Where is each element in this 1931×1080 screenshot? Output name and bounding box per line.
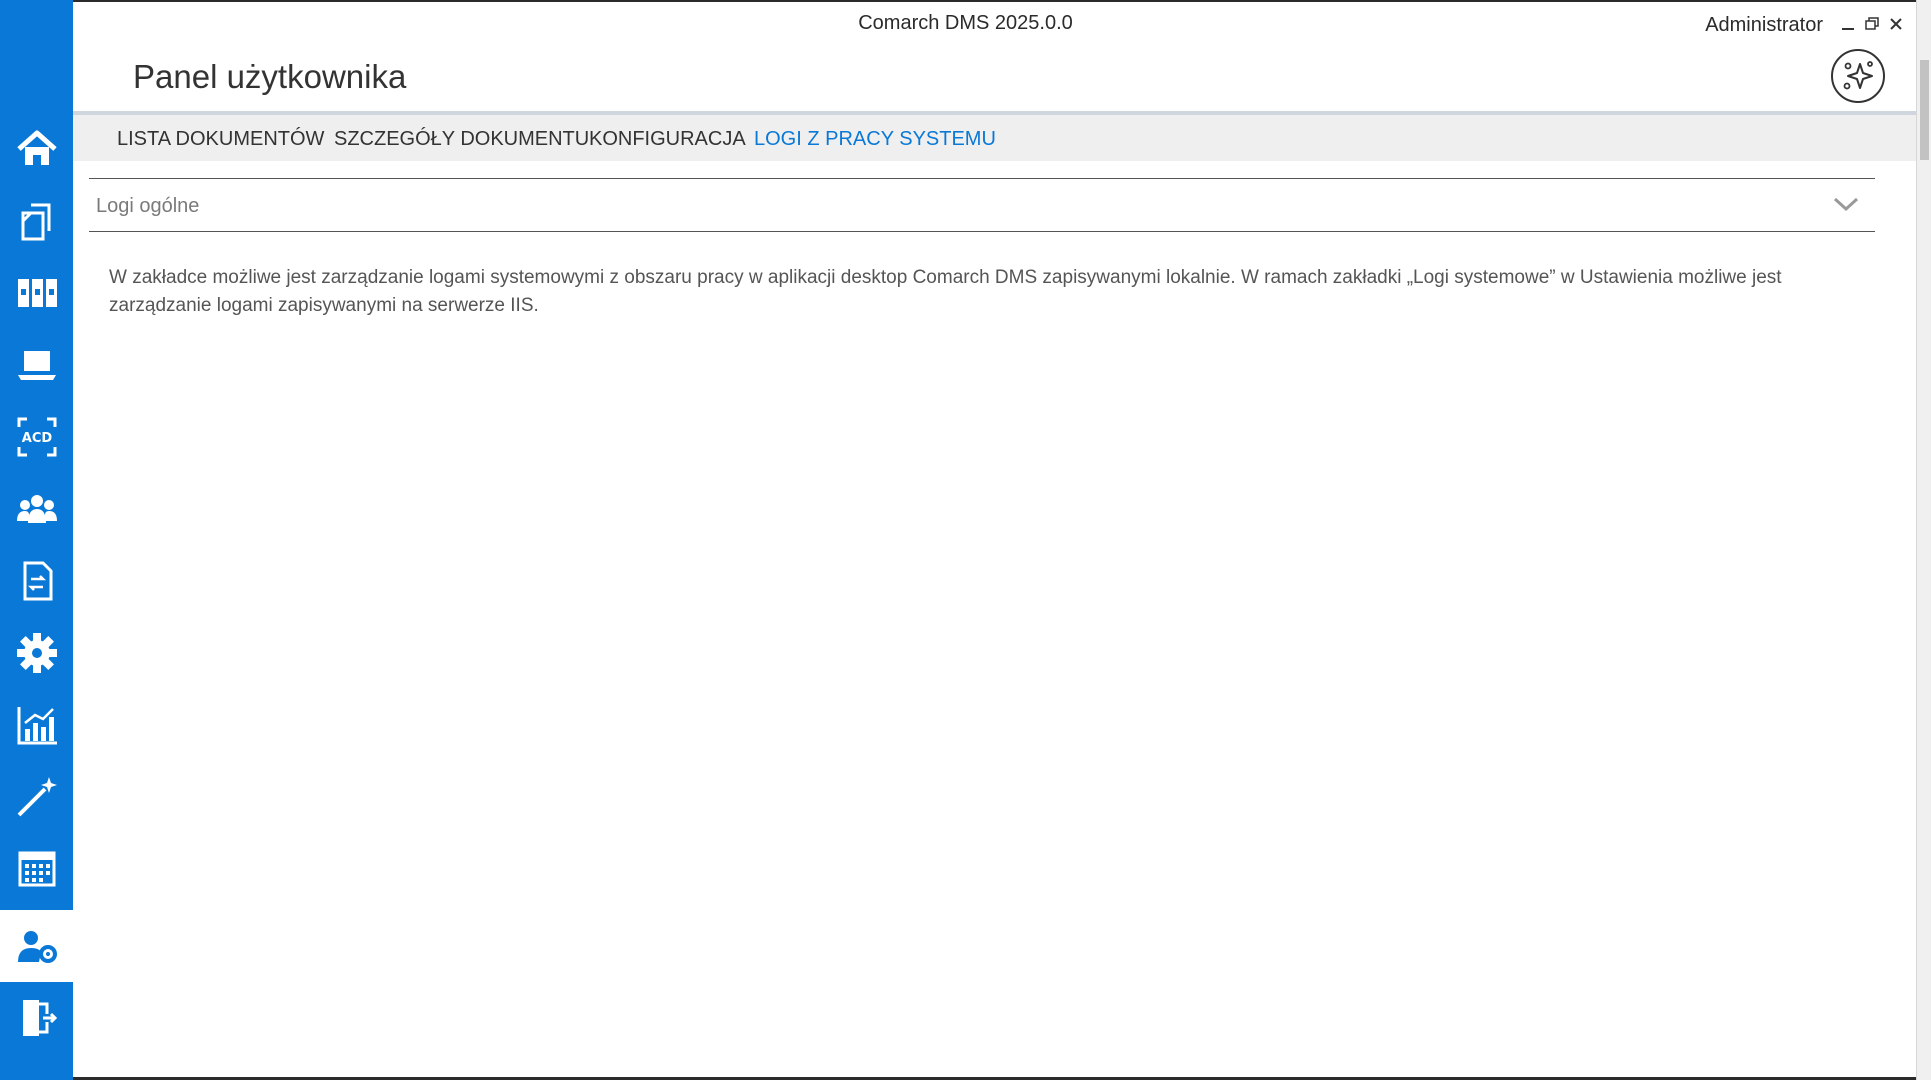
tab-szczegoly-dokumentu[interactable]: SZCZEGÓŁY DOKUMENTU bbox=[334, 128, 589, 151]
ai-assistant-button[interactable] bbox=[1831, 49, 1885, 103]
section-title: Logi ogólne bbox=[96, 195, 200, 217]
calendar-icon bbox=[18, 851, 55, 887]
home-icon bbox=[16, 130, 57, 165]
sidebar-item-user-panel[interactable] bbox=[0, 910, 73, 982]
sidebar-item-logout[interactable] bbox=[0, 982, 73, 1054]
sidebar-item-users[interactable] bbox=[0, 473, 73, 545]
vertical-scrollbar[interactable] bbox=[1916, 0, 1931, 1080]
sidebar-item-settings[interactable] bbox=[0, 617, 73, 689]
close-icon bbox=[1890, 18, 1902, 30]
tab-konfiguracja[interactable]: KONFIGURACJA bbox=[589, 128, 746, 151]
section-logi-ogolne-header[interactable]: Logi ogólne bbox=[89, 178, 1875, 232]
tab-bar: LISTA DOKUMENTÓW SZCZEGÓŁY DOKUMENTU KON… bbox=[73, 111, 1916, 161]
sidebar: ACD bbox=[0, 0, 73, 1080]
chart-icon bbox=[17, 707, 57, 745]
sparkles-icon bbox=[1843, 61, 1873, 90]
sidebar-item-calendar[interactable] bbox=[0, 833, 73, 905]
laptop-icon bbox=[17, 351, 56, 380]
section-description: W zakładce możliwe jest zarządzanie loga… bbox=[109, 267, 1782, 316]
minimize-button[interactable] bbox=[1838, 14, 1858, 34]
document-exchange-icon bbox=[23, 561, 52, 601]
user-settings-icon bbox=[17, 931, 57, 963]
tab-lista-dokumentow[interactable]: LISTA DOKUMENTÓW bbox=[117, 128, 324, 151]
current-user[interactable]: Administrator bbox=[1705, 14, 1823, 37]
sidebar-item-ocr[interactable]: ACD bbox=[0, 401, 73, 473]
sidebar-item-reports[interactable] bbox=[0, 689, 73, 761]
sidebar-item-repository[interactable] bbox=[0, 257, 73, 329]
sidebar-item-wizard[interactable] bbox=[0, 761, 73, 833]
tab-logi-z-pracy-systemu[interactable]: LOGI Z PRACY SYSTEMU bbox=[754, 128, 996, 151]
page-title: Panel użytkownika bbox=[133, 58, 407, 95]
restore-icon bbox=[1865, 17, 1879, 30]
binders-icon bbox=[17, 279, 57, 307]
group-icon bbox=[16, 495, 57, 523]
window-top-border bbox=[73, 0, 1916, 2]
restore-button[interactable] bbox=[1862, 14, 1882, 34]
sidebar-item-documents[interactable] bbox=[0, 185, 73, 257]
acd-scan-icon: ACD bbox=[17, 417, 56, 457]
svg-text:ACD: ACD bbox=[21, 431, 52, 446]
scrollbar-thumb[interactable] bbox=[1920, 60, 1929, 160]
sidebar-item-workflow[interactable] bbox=[0, 545, 73, 617]
minimize-icon bbox=[1842, 28, 1854, 30]
magic-wand-icon bbox=[17, 777, 57, 817]
close-button[interactable] bbox=[1886, 14, 1906, 34]
documents-icon bbox=[21, 203, 50, 241]
chevron-down-icon bbox=[1833, 197, 1859, 212]
exit-door-icon bbox=[22, 1000, 57, 1036]
sidebar-item-home[interactable] bbox=[0, 113, 73, 185]
sidebar-item-workstation[interactable] bbox=[0, 329, 73, 401]
app-title: Comarch DMS 2025.0.0 bbox=[858, 12, 1073, 34]
gear-icon bbox=[16, 633, 57, 673]
